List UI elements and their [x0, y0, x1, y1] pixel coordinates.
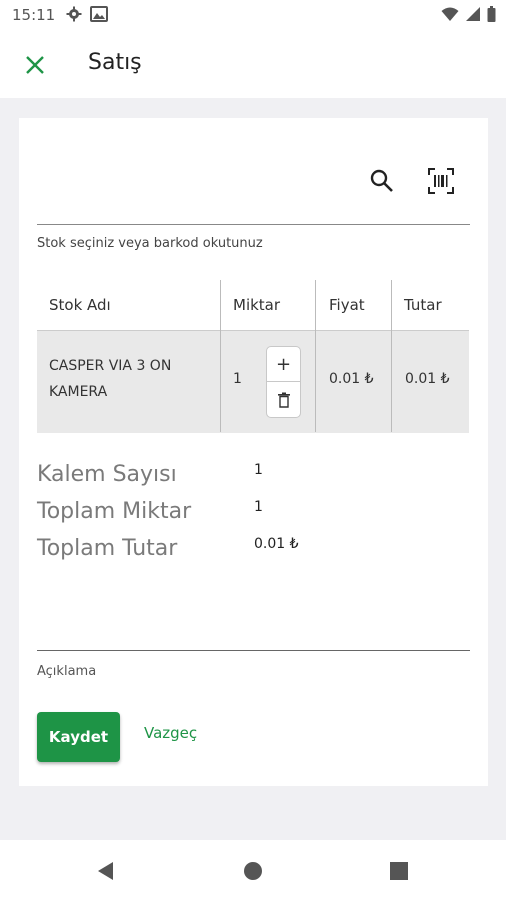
quantity-stepper: + — [266, 346, 301, 418]
battery-icon — [487, 6, 496, 22]
stock-input-underline — [37, 224, 470, 225]
wifi-icon — [441, 7, 459, 21]
stock-name-line2: KAMERA — [49, 384, 108, 400]
col-header-price: Fiyat — [329, 296, 365, 314]
page-title: Satış — [88, 50, 142, 75]
column-divider — [391, 280, 392, 432]
sale-form-card: Stok seçiniz veya barkod okutunuz Stok A… — [19, 118, 488, 786]
signal-icon — [466, 7, 480, 21]
system-nav-bar — [0, 840, 506, 900]
total-amount-label: Toplam Tutar — [37, 536, 178, 561]
col-header-total: Tutar — [404, 296, 442, 314]
col-header-quantity: Miktar — [233, 296, 281, 314]
gear-icon — [66, 6, 82, 22]
total-amount-value: 0.01 ₺ — [254, 536, 299, 552]
delete-item-button[interactable] — [267, 382, 300, 417]
increase-quantity-button[interactable]: + — [267, 347, 300, 382]
status-left-icons — [66, 6, 108, 22]
close-button[interactable] — [22, 52, 48, 78]
home-icon — [244, 862, 262, 880]
barcode-scan-icon — [428, 168, 454, 194]
description-input-underline — [37, 650, 470, 651]
item-quantity: 1 — [233, 371, 242, 387]
back-icon — [98, 862, 113, 880]
status-bar: 15:11 — [0, 0, 506, 32]
recents-icon — [390, 862, 408, 880]
column-divider — [220, 280, 221, 432]
close-icon — [26, 56, 44, 74]
cancel-button[interactable]: Vazgeç — [144, 724, 197, 742]
status-right-icons — [441, 6, 496, 22]
item-count-value: 1 — [254, 462, 263, 478]
col-header-stock-name: Stok Adı — [49, 296, 111, 314]
status-time: 15:11 — [12, 6, 56, 24]
search-button[interactable] — [367, 166, 397, 196]
save-button[interactable]: Kaydet — [37, 712, 120, 762]
stock-select-hint[interactable]: Stok seçiniz veya barkod okutunuz — [37, 236, 263, 251]
description-field[interactable]: Açıklama — [37, 664, 96, 679]
image-icon — [90, 6, 108, 22]
total-quantity-label: Toplam Miktar — [37, 499, 192, 524]
recents-button[interactable] — [388, 860, 410, 882]
column-divider — [315, 280, 316, 432]
back-button[interactable] — [95, 860, 117, 882]
home-button[interactable] — [242, 860, 264, 882]
stock-name-line1: CASPER VIA 3 ON — [49, 358, 172, 374]
barcode-scan-button[interactable] — [426, 166, 456, 196]
app-bar: Satış — [0, 32, 506, 98]
item-count-label: Kalem Sayısı — [37, 462, 177, 487]
item-price: 0.01 ₺ — [329, 371, 374, 387]
search-icon — [370, 169, 393, 192]
total-quantity-value: 1 — [254, 499, 263, 515]
item-total: 0.01 ₺ — [405, 371, 450, 387]
trash-icon — [277, 392, 290, 408]
sale-items-table: Stok Adı Miktar Fiyat Tutar CASPER VIA 3… — [37, 280, 469, 433]
